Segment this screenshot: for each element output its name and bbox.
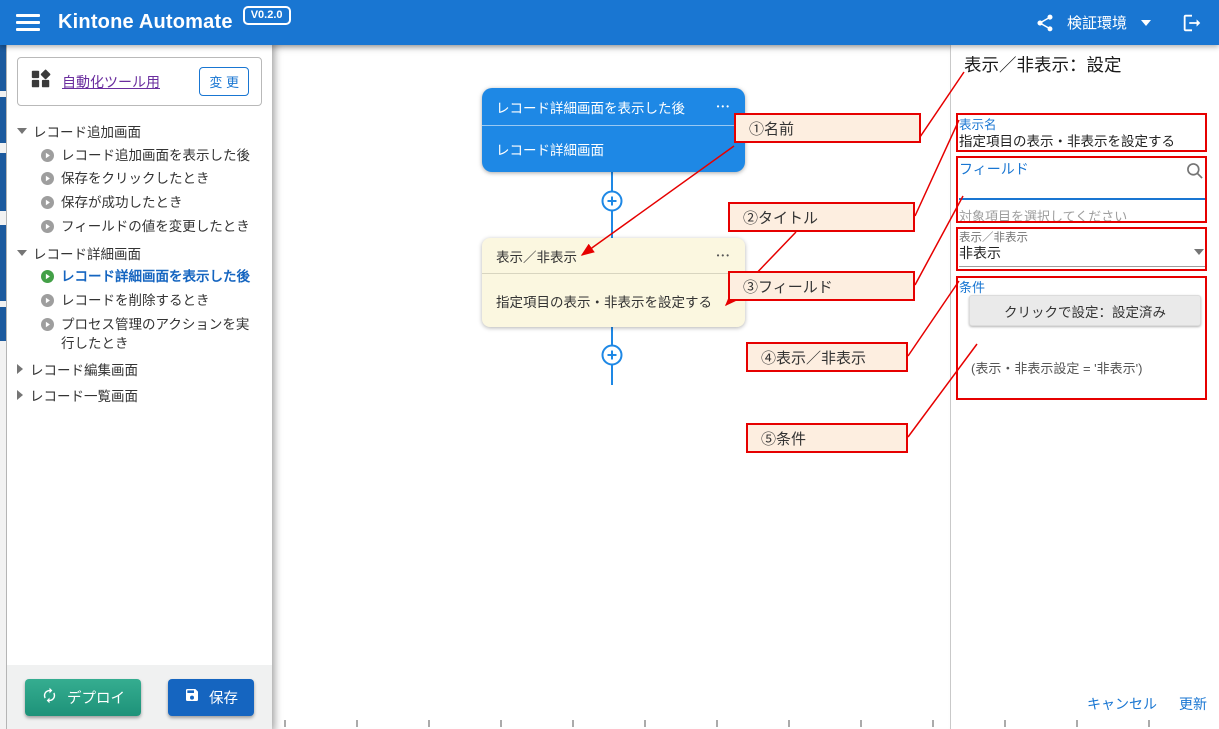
visibility-select-value[interactable]: 非表示 [959,243,1001,263]
display-name-value[interactable]: 指定項目の表示・非表示を設定する [959,130,1175,150]
app-window: Kintone Automate V0.2.0 検証環境 自動化ツール用 [0,0,1219,729]
tree-group-record-edit[interactable]: レコード編集画面 [17,356,268,382]
hamburger-menu-icon[interactable] [16,10,40,35]
logout-icon[interactable] [1181,12,1203,34]
event-play-icon-active [41,270,54,286]
change-app-button[interactable]: 変 更 [199,67,249,96]
event-play-icon [41,149,54,165]
trigger-node[interactable]: レコード詳細画面を表示した後 ••• レコード詳細画面 [482,88,745,172]
trigger-node-title: レコード詳細画面を表示した後 [496,97,717,117]
tree-item[interactable]: レコード追加画面を表示した後 [17,144,268,168]
tree-group-record-list[interactable]: レコード一覧画面 [17,382,268,408]
tree-item[interactable]: フィールドの値を変更したとき [17,216,268,240]
floppy-save-icon [184,687,200,707]
dropdown-caret-icon[interactable] [1194,249,1204,255]
condition-label: 条件 [959,277,985,296]
sidebar: 自動化ツール用 変 更 レコード追加画面 レコード追加画面を表示した後 保存をク… [7,45,272,729]
sidebar-footer: デプロイ 保存 [7,665,272,729]
flow-canvas: レコード詳細画面を表示した後 ••• レコード詳細画面 表示／非表示 ••• 指… [272,45,950,729]
collapse-triangle-icon [17,250,27,256]
field-picker-label: フィールド [959,159,1029,179]
expand-triangle-icon [17,390,23,400]
version-badge: V0.2.0 [243,6,291,25]
add-step-button[interactable] [601,344,623,366]
app-bar: Kintone Automate V0.2.0 検証環境 [0,0,1219,45]
kintone-app-icon [30,68,52,95]
tree-item[interactable]: 保存が成功したとき [17,192,268,216]
cancel-button[interactable]: キャンセル [1087,694,1157,714]
sync-icon [41,687,58,708]
add-step-button[interactable] [601,190,623,212]
visibility-select-underline [959,266,1206,267]
tree-group-record-add[interactable]: レコード追加画面 [17,118,268,144]
panel-title: 表示／非表示：設定 [964,52,1122,77]
share-icon[interactable] [1035,13,1055,33]
update-button[interactable]: 更新 [1179,694,1207,714]
field-picker-input[interactable] [959,198,1206,200]
tree-item[interactable]: 保存をクリックしたとき [17,168,268,192]
environment-selector[interactable]: 検証環境 [1067,12,1127,33]
tree-item[interactable]: プロセス管理のアクションを実行したとき [17,313,268,356]
tree-group-record-detail[interactable]: レコード詳細画面 [17,240,268,266]
app-title: Kintone Automate [58,11,233,34]
collapse-triangle-icon [17,128,27,134]
node-menu-icon[interactable]: ••• [717,251,731,260]
tree-item-active[interactable]: レコード詳細画面を表示した後 [17,266,268,290]
action-node[interactable]: 表示／非表示 ••• 指定項目の表示・非表示を設定する [482,238,745,327]
deploy-button[interactable]: デプロイ [25,679,141,716]
search-icon[interactable] [1185,161,1205,186]
event-play-icon [41,220,54,236]
expand-triangle-icon [17,364,23,374]
condition-set-button[interactable]: クリックで設定：設定済み [969,295,1201,326]
event-play-icon [41,294,54,310]
tree-item[interactable]: レコードを削除するとき [17,289,268,313]
canvas-page-ticks [284,720,1217,727]
event-play-icon [41,318,54,334]
event-tree: レコード追加画面 レコード追加画面を表示した後 保存をクリックしたとき 保存が成… [7,114,272,408]
left-scroll-strip [0,45,7,729]
app-name-link[interactable]: 自動化ツール用 [62,72,189,92]
trigger-node-app: レコード詳細画面 [482,126,745,172]
field-picker-placeholder: 対象項目を選択してください [959,206,1127,225]
event-play-icon [41,196,54,212]
app-selector: 自動化ツール用 変 更 [17,57,262,106]
event-play-icon [41,172,54,188]
node-menu-icon[interactable]: ••• [717,102,731,111]
settings-panel: 表示／非表示：設定 表示名 指定項目の表示・非表示を設定する フィールド 対象項… [950,45,1219,729]
condition-summary: (表示・非表示設定 = '非表示') [971,358,1142,377]
save-button[interactable]: 保存 [168,679,254,716]
action-node-title: 表示／非表示 [496,246,717,266]
action-node-description: 指定項目の表示・非表示を設定する [482,274,745,327]
chevron-down-icon[interactable] [1141,20,1151,26]
